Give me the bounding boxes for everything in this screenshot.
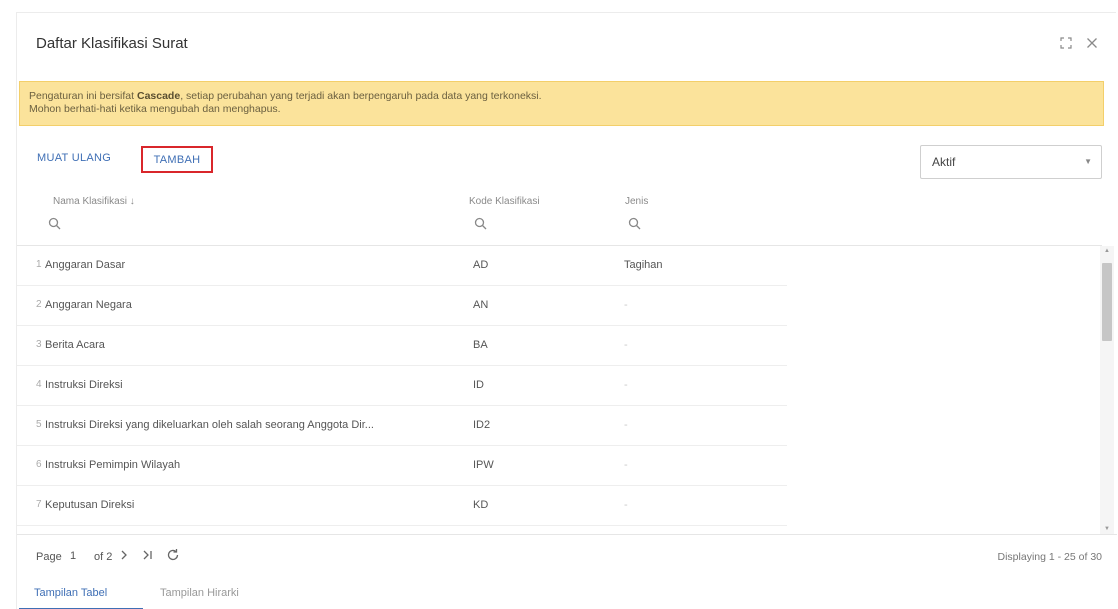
row-code: AN <box>473 299 489 311</box>
next-page-icon[interactable] <box>117 549 131 565</box>
row-type: Tagihan <box>624 259 663 271</box>
row-number: 3 <box>36 339 42 350</box>
search-icon[interactable] <box>628 217 648 237</box>
row-number: 5 <box>36 419 42 430</box>
paging-info: Displaying 1 - 25 of 30 <box>997 551 1102 563</box>
column-header-name-label: Nama Klasifikasi <box>53 196 127 207</box>
next-page-icon-graphic <box>121 550 127 560</box>
maximize-icon-graphic <box>1060 37 1072 49</box>
row-name: Anggaran Negara <box>45 299 132 311</box>
row-type: - <box>624 499 628 511</box>
table-row[interactable]: 7 Keputusan Direksi KD - <box>17 486 787 526</box>
column-header-name[interactable]: Nama Klasifikasi ↓ <box>53 196 135 207</box>
row-type: - <box>624 299 628 311</box>
row-code: ID2 <box>473 419 491 431</box>
row-number: 6 <box>36 459 42 470</box>
column-header-type[interactable]: Jenis <box>625 196 648 207</box>
row-type: - <box>624 419 628 431</box>
table-row[interactable]: 3 Berita Acara BA - <box>17 326 787 366</box>
row-name: Anggaran Dasar <box>45 259 126 271</box>
row-name: Instruksi Pemimpin Wilayah <box>45 459 181 471</box>
last-page-icon[interactable] <box>141 549 155 565</box>
page-label: Page <box>36 551 62 563</box>
search-icon[interactable] <box>48 217 68 237</box>
row-code: IPW <box>473 459 494 471</box>
row-code: BA <box>473 339 488 351</box>
grid-rows: 1 Anggaran Dasar AD Tagihan 2 Anggaran N… <box>17 246 787 526</box>
tab-table-view[interactable]: Tampilan Tabel <box>34 587 107 599</box>
row-number: 2 <box>36 299 42 310</box>
row-type: - <box>624 379 628 391</box>
warning-text-after: , setiap perubahan yang terjadi akan ber… <box>180 90 542 102</box>
warning-line-1: Pengaturan ini bersifat Cascade, setiap … <box>29 90 1093 103</box>
classification-dialog: Daftar Klasifikasi Surat Pengaturan ini … <box>16 12 1117 609</box>
add-button[interactable]: TAMBAH <box>141 146 213 173</box>
search-icon-graphic <box>628 217 641 230</box>
scroll-down-icon[interactable]: ▼ <box>1104 526 1110 532</box>
row-name: Instruksi Direksi <box>45 379 123 391</box>
close-icon[interactable] <box>1085 37 1099 51</box>
status-select-value: Aktif <box>932 155 956 169</box>
table-row[interactable]: 5 Instruksi Direksi yang dikeluarkan ole… <box>17 406 787 446</box>
refresh-icon-graphic <box>167 549 179 561</box>
warning-line-2: Mohon berhati-hati ketika mengubah dan m… <box>29 103 281 115</box>
grid-toolbar: MUAT ULANG TAMBAH Aktif ▼ <box>17 133 1117 183</box>
last-page-icon-graphic <box>143 550 152 560</box>
row-code: AD <box>473 259 489 271</box>
row-name: Berita Acara <box>45 339 105 351</box>
row-name: Keputusan Direksi <box>45 499 135 511</box>
view-tabs: Tampilan Tabel Tampilan Hirarki <box>17 579 1117 609</box>
column-header-code[interactable]: Kode Klasifikasi <box>469 196 540 207</box>
row-code: KD <box>473 499 489 511</box>
pagination-bar: Page 1 of 2 Displaying 1 - 25 of 30 <box>17 534 1117 578</box>
row-type: - <box>624 339 628 351</box>
search-icon[interactable] <box>474 217 494 237</box>
table-row[interactable]: 1 Anggaran Dasar AD Tagihan <box>17 246 787 286</box>
warning-text-before: Pengaturan ini bersifat <box>29 90 137 102</box>
sort-arrow-icon: ↓ <box>129 196 135 207</box>
search-icon-graphic <box>48 217 61 230</box>
scroll-up-icon[interactable]: ▲ <box>1104 248 1110 254</box>
search-icon-graphic <box>474 217 487 230</box>
row-type: - <box>624 459 628 471</box>
dialog-titlebar: Daftar Klasifikasi Surat <box>17 13 1117 71</box>
scrollbar-thumb[interactable] <box>1102 263 1112 341</box>
row-code: ID <box>473 379 484 391</box>
table-row[interactable]: 4 Instruksi Direksi ID - <box>17 366 787 406</box>
page-number-input[interactable]: 1 <box>60 545 86 567</box>
cascade-warning: Pengaturan ini bersifat Cascade, setiap … <box>19 81 1104 126</box>
row-number: 4 <box>36 379 42 390</box>
dialog-title: Daftar Klasifikasi Surat <box>36 35 188 52</box>
status-select[interactable]: Aktif ▼ <box>920 145 1102 179</box>
chevron-down-icon: ▼ <box>1084 157 1092 166</box>
refresh-icon[interactable] <box>166 548 180 564</box>
tab-tree-view[interactable]: Tampilan Hirarki <box>160 587 239 599</box>
page-total: of 2 <box>94 551 113 563</box>
close-icon-graphic <box>1087 38 1097 48</box>
table-row[interactable]: 6 Instruksi Pemimpin Wilayah IPW - <box>17 446 787 486</box>
row-number: 7 <box>36 499 42 510</box>
warning-text-bold: Cascade <box>136 90 181 102</box>
maximize-icon[interactable] <box>1059 37 1073 51</box>
row-number: 1 <box>36 259 42 270</box>
table-row[interactable]: 2 Anggaran Negara AN - <box>17 286 787 326</box>
row-name: Instruksi Direksi yang dikeluarkan oleh … <box>45 419 374 431</box>
grid-scrollbar[interactable]: ▲ ▼ <box>1100 246 1114 534</box>
reload-button[interactable]: MUAT ULANG <box>37 146 111 173</box>
